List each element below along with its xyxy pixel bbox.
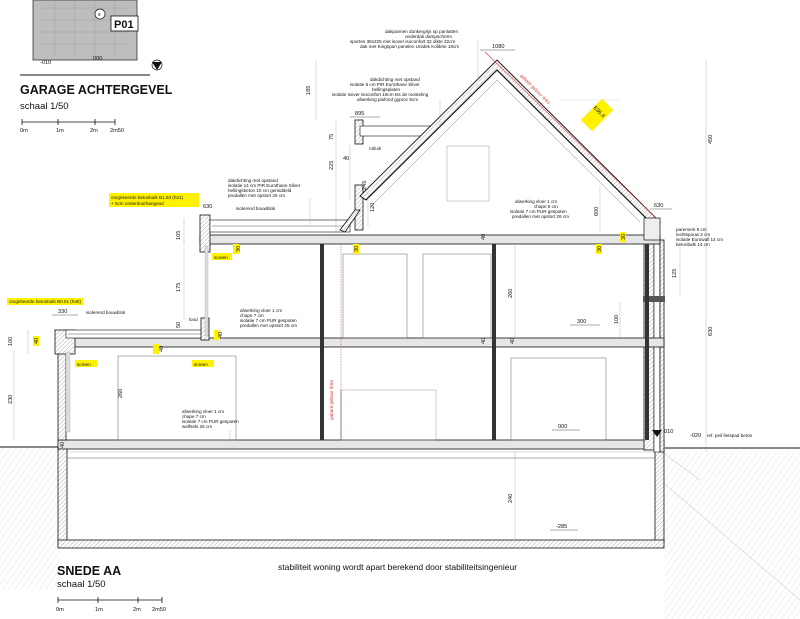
svg-text:2m: 2m — [133, 607, 141, 613]
garage-marker: 8 — [98, 12, 101, 17]
svg-text:30: 30 — [236, 246, 242, 252]
svg-text:1m: 1m — [95, 607, 103, 613]
label-screen-lower-right: screen — [194, 362, 208, 367]
note-floor-ground: afwerking vloer 1 cm chape 7 cm isolatie… — [182, 409, 239, 442]
svg-text:2m50: 2m50 — [152, 607, 166, 613]
svg-text:1m: 1m — [56, 128, 64, 134]
garage-level-mid: 000 — [93, 56, 102, 62]
svg-text:predallen met opstort 25 cm: predallen met opstort 25 cm — [228, 193, 285, 198]
svg-text:0m: 0m — [20, 128, 28, 134]
svg-text:260: 260 — [118, 389, 124, 398]
svg-text:100: 100 — [8, 337, 14, 346]
svg-text:260: 260 — [508, 289, 514, 298]
svg-text:30: 30 — [354, 246, 360, 252]
note-roof-top: dakpannen donkergrijs op panlatten onder… — [350, 29, 479, 80]
garage-scalebar: 0m 1m 2m 2m50 — [20, 119, 124, 134]
note-flat-roof-upper: dakdichting met opstand isolatie 14 cm P… — [228, 178, 311, 225]
svg-text:630: 630 — [654, 203, 663, 209]
label-ref-peil: ref. peil fietspad beton — [707, 433, 753, 438]
svg-text:630: 630 — [708, 327, 714, 336]
label-screen-upper: screen — [214, 255, 228, 260]
svg-text:600: 600 — [594, 207, 600, 216]
svg-text:105: 105 — [176, 231, 182, 240]
svg-text:40: 40 — [343, 156, 349, 162]
svg-text:50: 50 — [176, 322, 182, 328]
svg-text:40: 40 — [159, 346, 165, 352]
label-lood: lood — [189, 317, 198, 322]
svg-text:-285: -285 — [556, 524, 567, 530]
stability-note: stabiliteit woning wordt apart berekend … — [278, 562, 517, 572]
svg-text:230: 230 — [8, 395, 14, 404]
svg-text:450: 450 — [708, 135, 714, 144]
svg-text:omgekeerde betonbalk B1.03 (h3: omgekeerde betonbalk B1.03 (h31) — [111, 195, 183, 200]
basement — [57, 447, 665, 549]
note-floor-upper: afwerking vloer 1 cm chape 6 cm isolatie… — [510, 199, 569, 219]
svg-text:010: 010 — [664, 429, 673, 435]
svg-text:predallen met opstort 26 cm: predallen met opstort 26 cm — [512, 214, 569, 219]
garage-tag: P01 — [114, 19, 134, 31]
svg-text:100: 100 — [614, 315, 620, 324]
svg-text:895: 895 — [355, 111, 364, 117]
svg-text:welfsels 25 cm: welfsels 25 cm — [182, 424, 212, 429]
svg-text:-020: -020 — [690, 433, 701, 439]
section-title-block: SNEDE AA schaal 1/50 stabiliteit woning … — [56, 562, 517, 613]
section-title: SNEDE AA — [57, 564, 121, 578]
ground — [0, 446, 800, 619]
label-rolluik: rolluik — [369, 146, 382, 151]
note-isolerend-upper: isolerend bouwblok — [236, 206, 276, 211]
section-scalebar: 0m 1m 2m 2m50 — [56, 597, 166, 613]
svg-text:40: 40 — [34, 338, 40, 344]
svg-text:240: 240 — [508, 494, 514, 503]
garage-level-left: -010 — [40, 60, 51, 66]
note-wall-right: parement 9 cm luchtspouw 2 cm isolatie E… — [676, 227, 723, 247]
svg-text:000: 000 — [558, 424, 567, 430]
svg-text:125: 125 — [672, 269, 678, 278]
svg-text:40: 40 — [481, 338, 487, 344]
svg-text:40: 40 — [60, 442, 66, 448]
svg-text:225: 225 — [329, 161, 335, 170]
svg-text:40: 40 — [481, 234, 487, 240]
svg-text:afwerking plafond gyproc 5cm: afwerking plafond gyproc 5cm — [357, 97, 418, 102]
svg-text:40: 40 — [510, 338, 516, 344]
garage-elevation: P01 8 -010 000 GARAGE ACHTERGEVEL schaal… — [20, 0, 173, 134]
svg-text:1080: 1080 — [492, 44, 504, 50]
svg-text:120: 120 — [370, 203, 376, 212]
gabarit-label-vertical: gabarit gebuur links — [329, 379, 334, 420]
svg-text:2m: 2m — [90, 128, 98, 134]
svg-text:175: 175 — [176, 283, 182, 292]
svg-text:dak met Kingspan panelen Unide: dak met Kingspan panelen Unidek Kolibrie… — [360, 44, 459, 49]
svg-text:30: 30 — [597, 246, 603, 252]
note-beam-b001: omgekeerde betonbalk B0.01 (h40) — [9, 299, 81, 304]
svg-text:+ 5cm onderdoorhangend: + 5cm onderdoorhangend — [111, 201, 164, 206]
garage-title: GARAGE ACHTERGEVEL — [20, 83, 173, 97]
section-scale: schaal 1/50 — [57, 579, 106, 590]
svg-text:300: 300 — [577, 319, 586, 325]
svg-text:330: 330 — [58, 309, 67, 315]
svg-text:predallen met opstort 25 cm: predallen met opstort 25 cm — [240, 323, 297, 328]
svg-text:245: 245 — [362, 181, 368, 190]
svg-text:0m: 0m — [56, 607, 64, 613]
svg-text:betonbalk 14 cm: betonbalk 14 cm — [676, 242, 710, 247]
note-floor-mid: afwerking vloer 1 cm chape 7 cm isolatie… — [240, 308, 297, 328]
label-screen-lower-left: screen — [77, 362, 91, 367]
svg-text:75: 75 — [329, 134, 335, 140]
svg-text:30: 30 — [621, 234, 627, 240]
svg-text:630: 630 — [203, 204, 212, 210]
garage-scale: schaal 1/50 — [20, 101, 69, 112]
section-drawing: P01 8 -010 000 GARAGE ACHTERGEVEL schaal… — [0, 0, 800, 619]
note-isolerend-lower: isolerend bouwblok — [86, 310, 126, 315]
svg-text:40: 40 — [218, 332, 224, 338]
highlights — [7, 98, 626, 367]
svg-text:2m50: 2m50 — [110, 128, 124, 134]
mid-floor — [54, 317, 665, 433]
svg-text:185: 185 — [306, 86, 312, 95]
note-dormer: dakdichting met opstand isolatie 6 cm PI… — [332, 77, 441, 128]
